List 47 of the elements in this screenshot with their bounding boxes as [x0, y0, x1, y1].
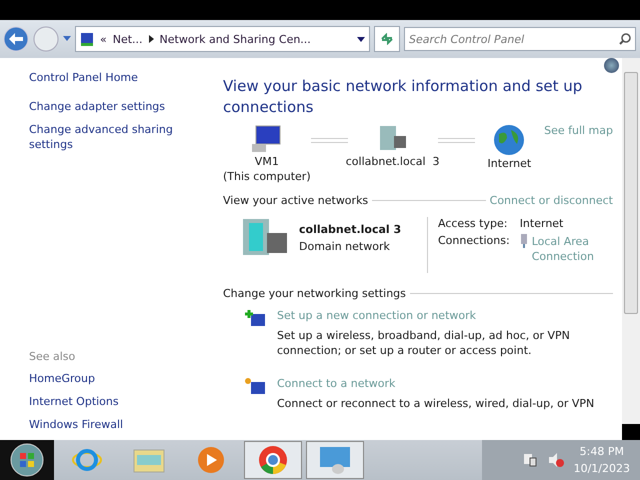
dropdown-icon[interactable] — [357, 36, 365, 42]
chevron-icon — [148, 35, 154, 43]
control-panel-icon — [318, 445, 352, 475]
section-heading: Change your networking settings — [223, 287, 406, 300]
start-button[interactable] — [0, 440, 54, 480]
map-node-label: VM1 (This computer) — [223, 154, 311, 184]
globe-icon — [493, 124, 526, 156]
help-icon[interactable] — [604, 58, 619, 73]
taskbar-button[interactable] — [244, 441, 302, 479]
search-icon — [619, 33, 631, 45]
see-also-heading: See also — [29, 350, 76, 363]
refresh-button[interactable] — [374, 26, 400, 52]
field-label: Connections: — [438, 234, 510, 249]
breadcrumb[interactable]: Net... — [112, 32, 143, 46]
sidebar-link[interactable]: Change adapter settings — [29, 99, 179, 114]
breadcrumb[interactable]: Network and Sharing Cen... — [160, 32, 311, 46]
field-value: Internet — [520, 217, 564, 230]
map-node-label: collabnet.local 3 — [346, 154, 440, 169]
see-also-link[interactable]: Internet Options — [29, 394, 179, 409]
network-icon[interactable] — [522, 452, 538, 468]
breadcrumb-overflow[interactable]: « — [100, 32, 107, 46]
sidebar-link[interactable]: Change advanced sharing settings — [29, 122, 179, 152]
sidebar-link[interactable]: Control Panel Home — [29, 70, 179, 85]
taskbar-button[interactable] — [306, 441, 364, 479]
scrollbar[interactable] — [622, 58, 640, 440]
map-node-label: Internet — [488, 156, 532, 171]
see-also-link[interactable]: Windows Firewall — [29, 417, 179, 432]
section-heading: View your active networks — [223, 194, 368, 207]
see-also-link[interactable]: HomeGroup — [29, 371, 179, 386]
back-button[interactable] — [3, 26, 29, 52]
connection-line — [438, 138, 475, 143]
speaker-muted-icon[interactable] — [548, 452, 564, 468]
page-title: View your basic network information and set up connections — [223, 76, 583, 118]
network-type: Domain network — [299, 240, 391, 253]
folder-icon — [133, 447, 165, 473]
media-player-icon — [197, 446, 225, 474]
search-field[interactable]: Search Control Panel — [404, 27, 636, 51]
task-description: Connect or reconnect to a wireless, wired, dial-up, or VPN — [277, 396, 596, 411]
network-adapter-icon — [520, 234, 528, 248]
control-panel-icon — [80, 32, 94, 46]
task-description: Set up a wireless, broadband, dial-up, ad hoc, or VPN connection; or set up a router or access point. — [277, 328, 571, 358]
network-name: collabnet.local 3 — [299, 223, 402, 236]
field-label: Access type: — [438, 217, 508, 230]
address-bar[interactable]: « Net... Network and Sharing Cen... — [75, 26, 370, 52]
refresh-icon — [380, 33, 394, 45]
chrome-icon — [258, 445, 288, 475]
connection-line — [310, 138, 348, 143]
